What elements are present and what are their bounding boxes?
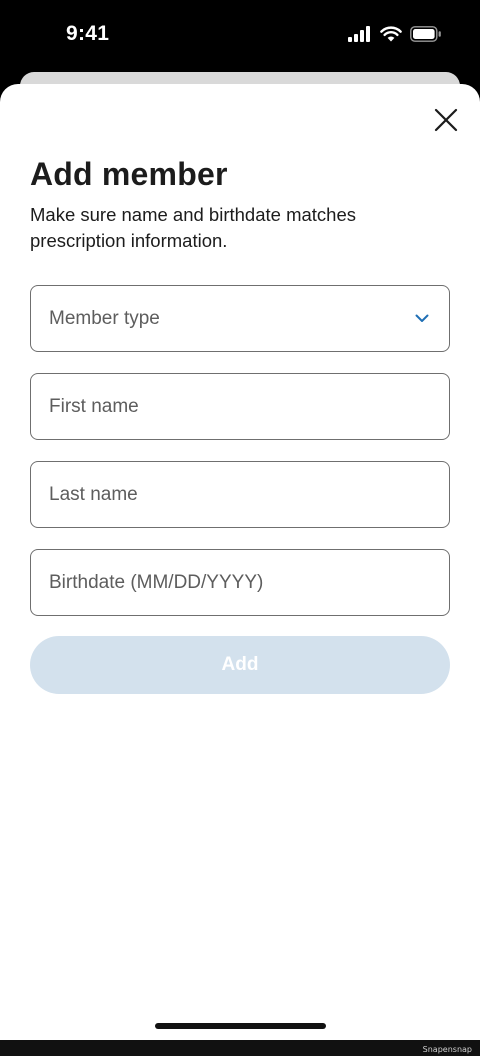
birthdate-input[interactable] — [49, 571, 431, 594]
page-subtitle: Make sure name and birthdate matches pre… — [30, 204, 356, 251]
home-indicator — [155, 1023, 326, 1029]
status-icons — [348, 26, 442, 42]
cellular-signal-icon — [348, 26, 372, 42]
page-title: Add member — [30, 156, 228, 192]
close-icon — [434, 108, 458, 132]
battery-icon — [410, 26, 442, 42]
status-bar: 9:41 — [0, 0, 480, 72]
watermark-text: Snapensnap — [422, 1045, 472, 1054]
first-name-input[interactable] — [49, 395, 431, 418]
bottom-strip — [0, 1040, 480, 1056]
wifi-icon — [380, 26, 402, 42]
close-button[interactable] — [428, 102, 464, 138]
first-name-field-wrapper — [30, 373, 450, 440]
member-type-label: Member type — [49, 307, 160, 329]
member-type-select[interactable]: Member type — [30, 285, 450, 352]
birthdate-field-wrapper — [30, 549, 450, 616]
add-member-sheet: Add member Make sure name and birthdate … — [0, 84, 480, 1040]
add-button[interactable]: Add — [30, 636, 450, 694]
phone-screen: 9:41 Add member Make sure name and birth… — [0, 0, 480, 1056]
last-name-input[interactable] — [49, 483, 431, 506]
status-time: 9:41 — [66, 22, 110, 45]
chevron-down-icon — [415, 314, 429, 323]
last-name-field-wrapper — [30, 461, 450, 528]
